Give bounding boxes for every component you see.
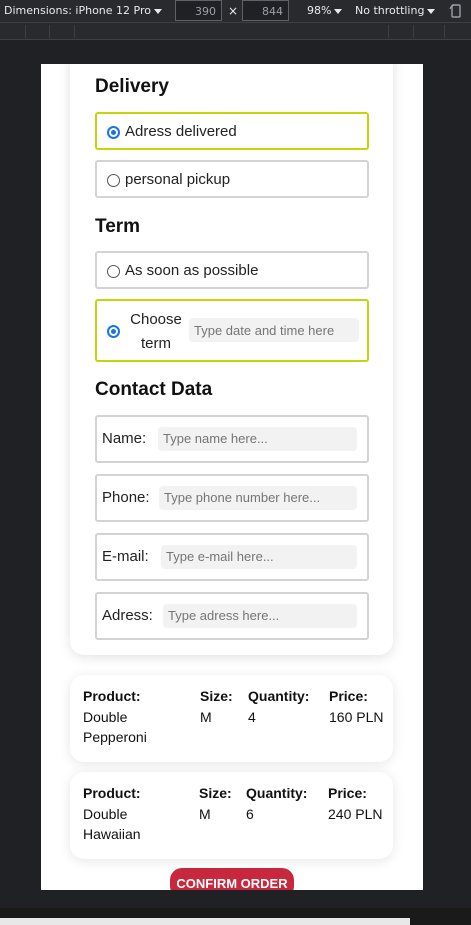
option-label: Adress delivered: [125, 123, 237, 140]
contact-data-heading: Contact Data: [95, 379, 213, 400]
zoom-dropdown[interactable]: 98%: [307, 4, 343, 17]
radio[interactable]: [107, 174, 120, 187]
media-query-bar: [0, 22, 471, 40]
throttling-label: No throttling: [355, 4, 425, 17]
price-header: Price:: [329, 688, 368, 704]
radio-selected[interactable]: [107, 325, 120, 338]
price-value: 240 PLN: [328, 806, 383, 822]
chevron-down-icon: [427, 8, 436, 14]
times-separator: ×: [228, 4, 239, 18]
phone-input[interactable]: [159, 486, 357, 510]
width-input[interactable]: 390: [175, 0, 222, 21]
product-header: Product:: [83, 785, 141, 801]
chevron-down-icon: [153, 8, 162, 14]
divider: [444, 25, 445, 38]
choose-term-label: Choose term: [130, 311, 182, 352]
date-time-input[interactable]: [189, 318, 359, 342]
rotate-icon[interactable]: [448, 3, 464, 19]
device-viewport: Delivery Adress delivered personal picku…: [41, 64, 423, 890]
option-label: As soon as possible: [125, 262, 259, 279]
divider: [388, 25, 389, 38]
email-label: E-mail:: [102, 548, 149, 565]
quantity-value: 4: [248, 709, 256, 725]
name-field: Name:: [95, 415, 369, 463]
name-input[interactable]: [158, 427, 357, 451]
phone-label: Phone:: [102, 489, 150, 506]
horizontal-scrollbar[interactable]: [0, 918, 410, 925]
address-label: Adress:: [102, 607, 153, 624]
divider: [49, 25, 50, 38]
order-item-card: Product: Size: Quantity: Price: Double Ha…: [70, 772, 393, 859]
price-value: 160 PLN: [329, 709, 384, 725]
address-input[interactable]: [163, 604, 357, 628]
zoom-label: 98%: [307, 4, 332, 17]
radio-selected[interactable]: [107, 126, 120, 139]
product-header: Product:: [83, 688, 141, 704]
term-heading: Term: [95, 216, 141, 237]
size-value: M: [200, 709, 212, 725]
size-value: M: [199, 806, 211, 822]
quantity-header: Quantity:: [248, 688, 310, 704]
confirm-order-button[interactable]: CONFIRM ORDER: [170, 868, 294, 890]
quantity-value: 6: [246, 806, 254, 822]
height-input[interactable]: 844: [242, 0, 289, 21]
divider: [74, 25, 75, 38]
devtools-device-toolbar: Dimensions: iPhone 12 Pro 390 × 844 98% …: [0, 0, 471, 22]
order-item-card: Product: Size: Quantity: Price: Double Pe…: [70, 675, 393, 762]
dimensions-label: Dimensions: iPhone 12 Pro: [4, 4, 151, 17]
divider: [25, 25, 26, 38]
quantity-header: Quantity:: [246, 785, 308, 801]
name-label: Name:: [102, 430, 147, 447]
bottom-strip: [0, 908, 471, 925]
dimensions-dropdown[interactable]: Dimensions: iPhone 12 Pro: [4, 4, 162, 17]
throttling-dropdown[interactable]: No throttling: [355, 4, 436, 17]
email-field: E-mail:: [95, 533, 369, 581]
term-option-choose[interactable]: Choose term: [95, 299, 369, 362]
product-name: Double Hawaiian: [83, 806, 141, 842]
delivery-heading: Delivery: [95, 76, 169, 97]
delivery-option-address[interactable]: Adress delivered: [95, 112, 369, 150]
size-header: Size:: [199, 785, 232, 801]
address-field: Adress:: [95, 592, 369, 640]
price-header: Price:: [328, 785, 367, 801]
size-header: Size:: [200, 688, 233, 704]
radio[interactable]: [107, 265, 120, 278]
chevron-down-icon: [334, 8, 343, 14]
phone-field: Phone:: [95, 474, 369, 522]
delivery-option-pickup[interactable]: personal pickup: [95, 160, 369, 198]
option-label: personal pickup: [125, 171, 231, 188]
product-name: Double Pepperoni: [83, 709, 147, 745]
term-option-asap[interactable]: As soon as possible: [95, 251, 369, 289]
email-input[interactable]: [161, 545, 357, 569]
divider: [413, 25, 414, 38]
